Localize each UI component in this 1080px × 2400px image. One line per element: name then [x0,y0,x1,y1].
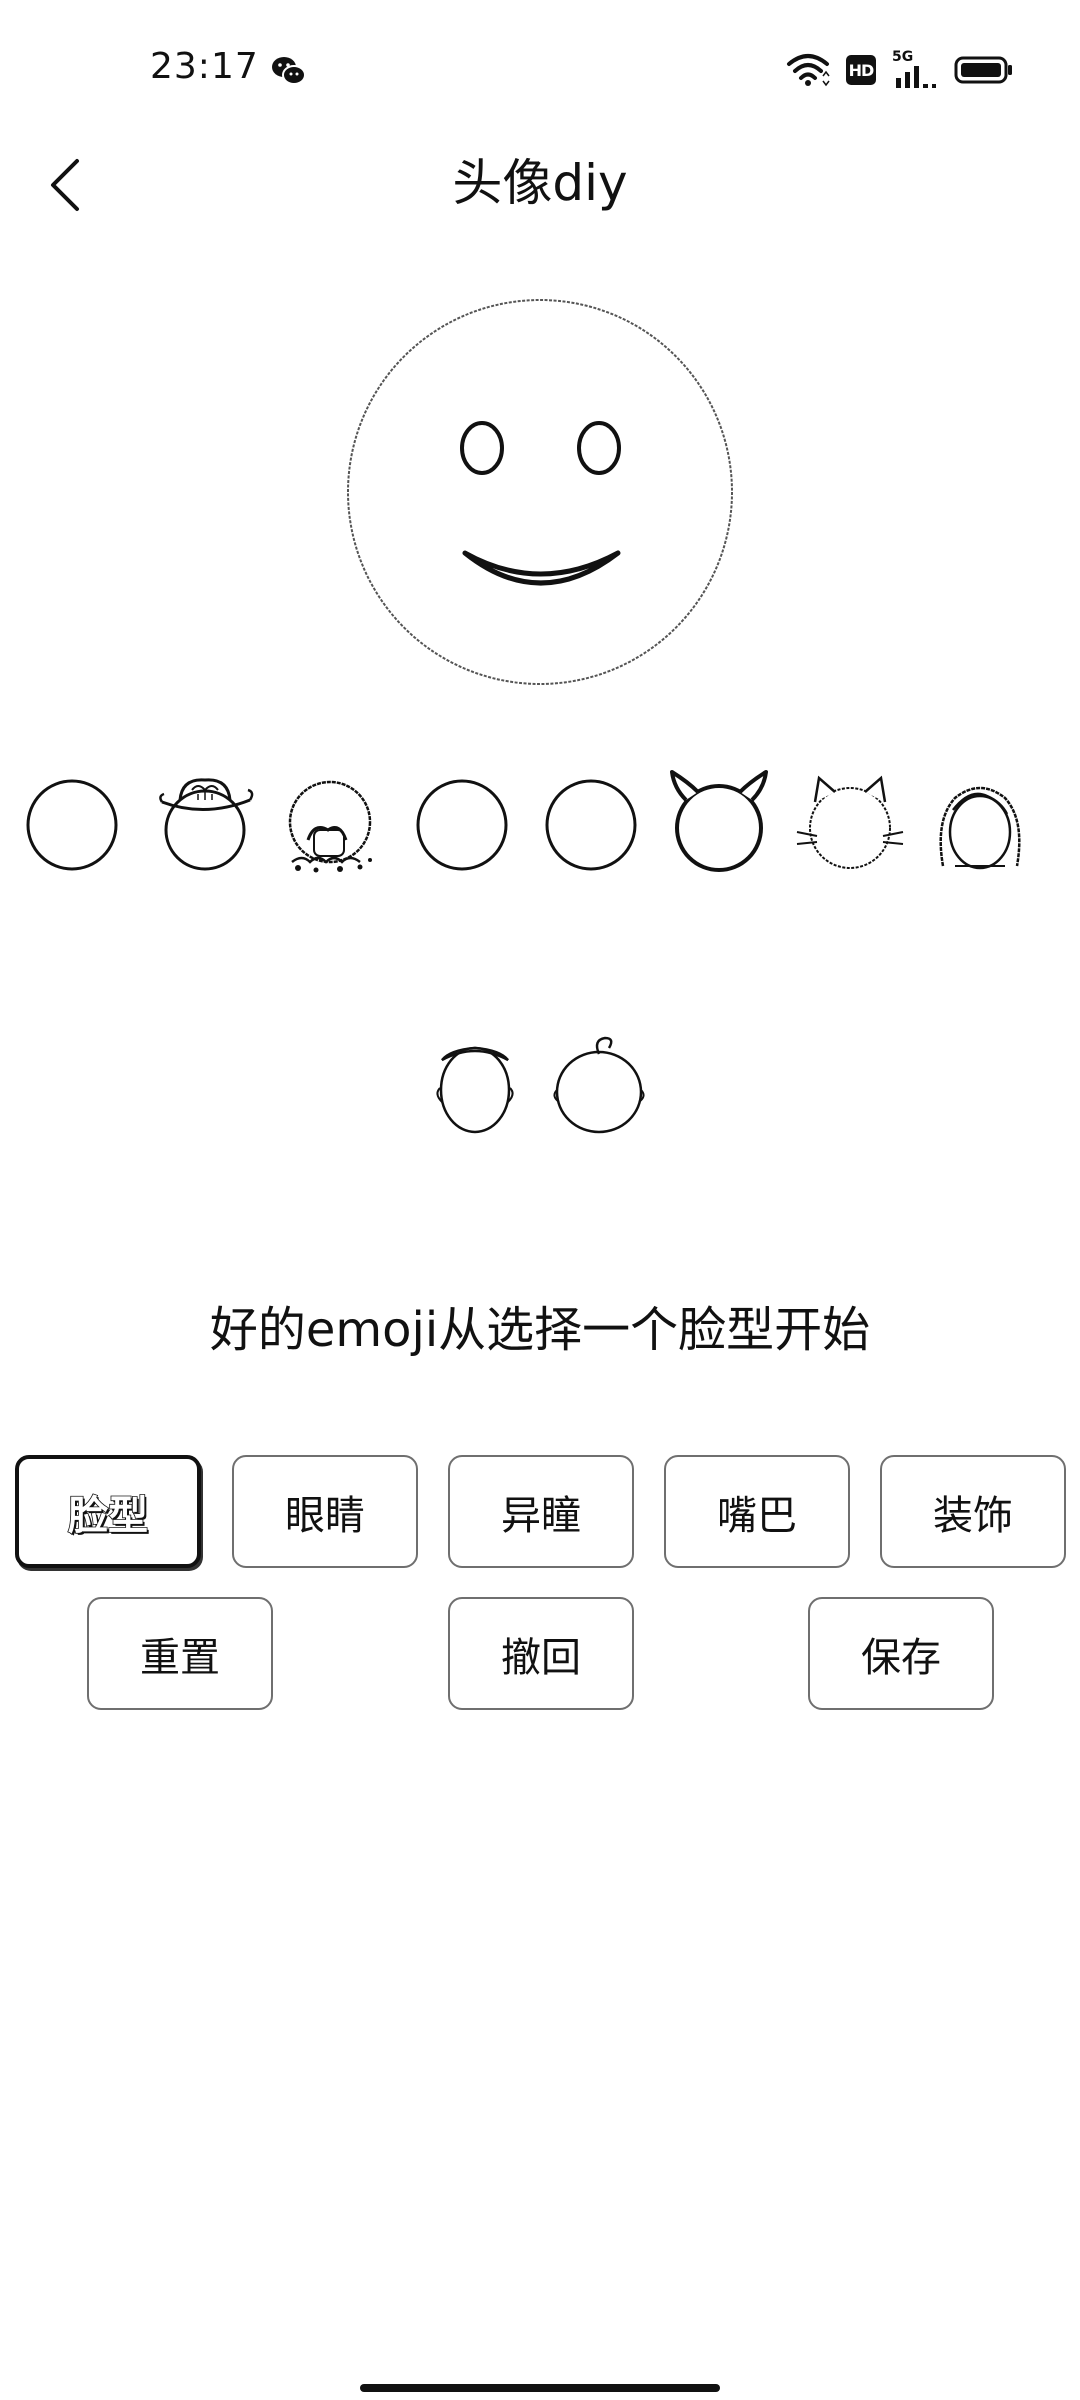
face-option-long-hair[interactable] [925,770,1035,880]
status-time: 23:17 [150,46,259,87]
wechat-icon [272,57,306,85]
reset-button[interactable]: 重置 [87,1597,273,1710]
face-option-devil-horns[interactable] [664,770,774,880]
avatar-left-eye [460,421,504,475]
tab-eyes[interactable]: 眼睛 [232,1455,418,1568]
tab-heterochromia[interactable]: 异瞳 [448,1455,634,1568]
battery-icon [954,56,1012,84]
tab-mouth[interactable]: 嘴巴 [664,1455,850,1568]
status-bar: 23:17 HD 5G [0,0,1080,140]
undo-button[interactable]: 撤回 [448,1597,634,1710]
home-indicator[interactable] [360,2384,720,2392]
tab-face-shape[interactable]: 脸型 [15,1455,201,1568]
face-option-mushroom[interactable] [280,770,390,880]
hd-icon: HD [846,55,876,85]
face-option-cowboy-hat[interactable] [150,770,260,880]
avatar-preview [347,299,733,685]
face-option-plain-circle-2[interactable] [407,770,517,880]
wifi-icon [787,54,830,87]
tab-decoration[interactable]: 装饰 [880,1455,1066,1568]
avatar-mouth [462,550,621,586]
hint-text: 好的emoji从选择一个脸型开始 [209,1302,871,1358]
signal-5g-icon: 5G [892,50,938,90]
face-option-cat-ears[interactable] [795,770,905,880]
face-option-short-hair[interactable] [420,1030,530,1140]
avatar-right-eye [577,421,621,475]
status-right-icons: HD 5G [786,48,1014,92]
page-title: 头像diy [452,154,628,212]
face-option-baby-curl[interactable] [544,1030,654,1140]
face-option-plain-circle-3[interactable] [536,770,646,880]
save-button[interactable]: 保存 [808,1597,994,1710]
face-option-plain-circle[interactable] [17,770,127,880]
